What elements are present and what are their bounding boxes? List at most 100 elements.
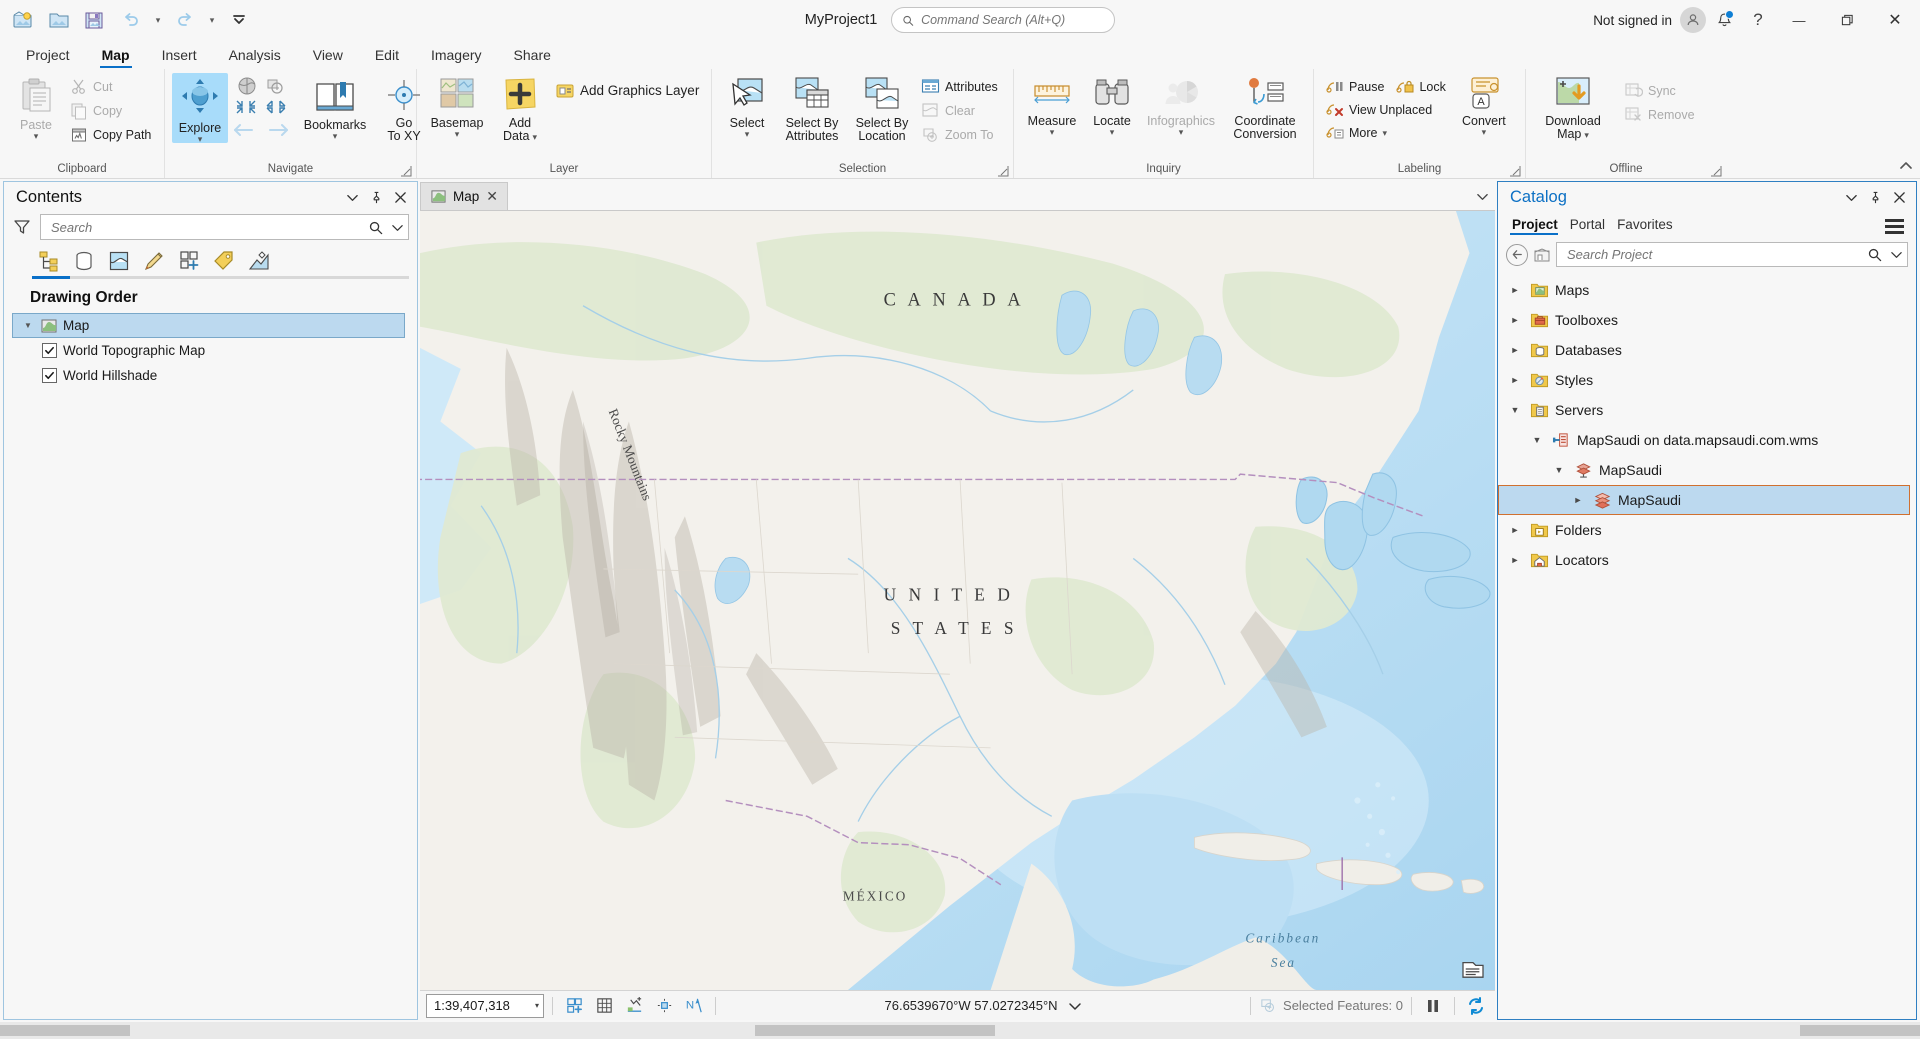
contents-horizontal-scrollbar[interactable] <box>0 1025 415 1036</box>
refresh-map-button[interactable] <box>1463 994 1489 1018</box>
ribbon-tab-view[interactable]: View <box>297 41 359 69</box>
grid-icon[interactable] <box>591 994 617 1018</box>
lock-labels-button[interactable]: Lock <box>1391 75 1450 98</box>
new-project-icon[interactable] <box>6 5 40 35</box>
close-button[interactable]: ✕ <box>1872 0 1918 40</box>
catalog-back-icon[interactable] <box>1506 244 1528 266</box>
sync-button[interactable]: Sync <box>1619 79 1700 102</box>
labeling-dialog-launcher-icon[interactable] <box>1509 164 1521 176</box>
contents-item-map[interactable]: ▼ Map <box>12 313 405 338</box>
catalog-search-submit-icon[interactable] <box>1867 247 1882 262</box>
map-horizontal-scrollbar[interactable] <box>415 1025 1500 1036</box>
explore-caret-icon[interactable]: ▾ <box>198 135 203 143</box>
catalog-tab-favorites[interactable]: Favorites <box>1615 217 1681 235</box>
undo-dropdown-caret-icon[interactable]: ▾ <box>150 5 166 35</box>
catalog-search-options-caret-icon[interactable] <box>1886 248 1903 261</box>
catalog-options-menu-icon[interactable] <box>1881 215 1908 238</box>
copy-button[interactable]: Copy <box>65 99 156 122</box>
redo-icon[interactable] <box>168 5 202 35</box>
expand-twisty-icon[interactable]: ► <box>1506 375 1524 385</box>
filter-icon[interactable] <box>10 218 34 236</box>
ribbon-tab-analysis[interactable]: Analysis <box>213 41 297 69</box>
copy-path-button[interactable]: Copy Path <box>65 123 156 146</box>
basemap-button[interactable]: Basemap ▾ <box>424 73 490 138</box>
layer-visibility-checkbox[interactable] <box>42 368 57 383</box>
catalog-close-icon[interactable] <box>1888 186 1910 208</box>
select-caret-icon[interactable]: ▾ <box>745 130 750 138</box>
locate-caret-icon[interactable]: ▾ <box>1110 128 1115 136</box>
customize-quick-access-icon[interactable] <box>222 5 256 35</box>
list-by-editing-icon[interactable] <box>137 246 170 276</box>
ribbon-tab-project[interactable]: Project <box>10 41 86 69</box>
command-search-input[interactable] <box>921 13 1104 27</box>
contents-search-submit-icon[interactable] <box>368 220 383 235</box>
command-search-box[interactable] <box>891 7 1115 33</box>
ribbon-tab-imagery[interactable]: Imagery <box>415 41 498 69</box>
undo-icon[interactable] <box>114 5 148 35</box>
catalog-tab-project[interactable]: Project <box>1510 217 1566 235</box>
expand-twisty-icon[interactable]: ► <box>1506 285 1524 295</box>
contents-search-options-caret-icon[interactable] <box>387 221 404 234</box>
infographics-caret-icon[interactable]: ▾ <box>1179 128 1184 136</box>
contents-search-box[interactable] <box>40 214 409 240</box>
contents-search-input[interactable] <box>51 220 364 235</box>
pause-labeling-button[interactable]: Pause <box>1321 75 1389 98</box>
more-labeling-button[interactable]: More ▾ <box>1321 121 1451 144</box>
map-scale-caret-icon[interactable]: ▾ <box>535 1001 539 1010</box>
full-extent-icon[interactable] <box>236 75 258 97</box>
ribbon-tab-map[interactable]: Map <box>86 41 146 69</box>
next-extent-icon[interactable] <box>266 121 292 139</box>
open-project-icon[interactable] <box>42 5 76 35</box>
scrollbar-thumb[interactable] <box>755 1025 995 1036</box>
catalog-horizontal-scrollbar[interactable] <box>1500 1025 1920 1036</box>
coordinates-format-caret-icon[interactable] <box>1068 999 1082 1013</box>
catalog-item-servers[interactable]: ▼ Servers <box>1498 395 1916 425</box>
coordinate-conversion-button[interactable]: Coordinate Conversion <box>1223 73 1307 141</box>
add-data-button[interactable]: Add Data ▾ <box>494 73 546 143</box>
contents-item-world-topographic-map[interactable]: World Topographic Map <box>4 338 417 363</box>
catalog-tab-portal[interactable]: Portal <box>1568 217 1613 235</box>
catalog-search-box[interactable] <box>1556 242 1908 267</box>
layer-visibility-checkbox[interactable] <box>42 343 57 358</box>
catalog-item-mapsaudi-service[interactable]: ▼ MapSaudi <box>1498 455 1916 485</box>
catalog-pin-icon[interactable] <box>1864 186 1886 208</box>
list-by-drawing-order-icon[interactable] <box>32 246 65 276</box>
download-map-caret-icon[interactable]: ▾ <box>1584 131 1589 139</box>
ribbon-tab-insert[interactable]: Insert <box>146 41 213 69</box>
scrollbar-thumb[interactable] <box>0 1025 130 1036</box>
close-map-tab-icon[interactable]: ✕ <box>486 188 498 205</box>
measure-button[interactable]: Measure ▾ <box>1021 73 1083 136</box>
expand-map-twisty-icon[interactable]: ▼ <box>21 321 35 330</box>
north-indicator-icon[interactable]: N <box>681 994 707 1018</box>
list-by-data-source-icon[interactable] <box>67 246 100 276</box>
add-to-selection-icon[interactable] <box>561 994 587 1018</box>
download-map-button[interactable]: Download Map ▾ <box>1533 73 1613 141</box>
scrollbar-thumb[interactable] <box>1800 1025 1920 1036</box>
select-button[interactable]: Select ▾ <box>719 73 775 138</box>
catalog-item-locators[interactable]: ► Locators <box>1498 545 1916 575</box>
remove-offline-button[interactable]: Remove <box>1619 103 1700 126</box>
snapping-icon[interactable] <box>651 994 677 1018</box>
catalog-item-toolboxes[interactable]: ► Toolboxes <box>1498 305 1916 335</box>
fixed-zoom-in-icon[interactable] <box>264 75 286 97</box>
cut-button[interactable]: Cut <box>65 75 156 98</box>
map-attribution-icon[interactable] <box>1461 959 1485 982</box>
map-canvas[interactable]: C A N A D A U N I T E D S T A T E S MÉXI… <box>420 211 1495 990</box>
list-by-labeling-icon[interactable] <box>207 246 240 276</box>
list-by-snapping-icon[interactable] <box>172 246 205 276</box>
zoom-out-fixed-icon[interactable] <box>265 98 287 116</box>
xy-events-icon[interactable] <box>621 994 647 1018</box>
catalog-item-mapsaudi-server[interactable]: ▼ MapSaudi on data.mapsaudi.com.wms <box>1498 425 1916 455</box>
catalog-item-mapsaudi-layer[interactable]: ► MapSaudi <box>1498 485 1910 515</box>
measure-caret-icon[interactable]: ▾ <box>1050 128 1055 136</box>
select-by-attributes-button[interactable]: Select By Attributes <box>776 73 848 143</box>
list-by-selection-icon[interactable] <box>102 246 135 276</box>
selection-dialog-launcher-icon[interactable] <box>997 164 1009 176</box>
redo-dropdown-caret-icon[interactable]: ▾ <box>204 5 220 35</box>
catalog-item-styles[interactable]: ► Styles <box>1498 365 1916 395</box>
bookmarks-caret-icon[interactable]: ▾ <box>333 132 338 140</box>
convert-labels-button[interactable]: A Convert ▾ <box>1455 73 1513 136</box>
zoom-in-fixed-icon[interactable] <box>235 98 257 116</box>
notifications-icon[interactable] <box>1708 5 1740 35</box>
collapse-twisty-icon[interactable]: ▼ <box>1506 405 1524 415</box>
